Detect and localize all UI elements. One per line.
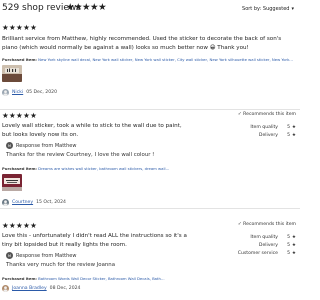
review-item: ★★★★★ ✓ Recommends this item Lovely wall… xyxy=(0,111,300,206)
seller-response-text: Thanks for the review Courtney, I love t… xyxy=(6,152,155,158)
avatar xyxy=(2,285,9,292)
divider xyxy=(0,109,300,110)
review-ratings: Item quality 5 ★ Delivery 5 ★ xyxy=(236,123,296,139)
purchased-label: Purchased item: xyxy=(2,166,37,171)
star-icon: ★ xyxy=(291,234,296,240)
review-date: 08 Dec, 2024 xyxy=(49,286,81,291)
review-byline: Nicki 05 Dec, 2020 xyxy=(2,89,57,96)
review-item: ★★★★★ ✓ Recommends this item Love this -… xyxy=(0,222,300,300)
review-text: Brilliant service from Matthew, highly r… xyxy=(2,36,282,51)
review-stars: ★★★★★ xyxy=(2,23,38,32)
reviews-header: 529 shop reviews ★★★★★ Sort by: Suggeste… xyxy=(2,2,298,19)
review-date: 05 Dec, 2020 xyxy=(26,90,57,95)
purchased-item-link[interactable]: Bathroom Words Wall Decor Sticker, Bathr… xyxy=(38,276,164,281)
rating-row: Item quality 5 ★ xyxy=(250,124,296,130)
review-text: Love this - unfortunately I didn't read … xyxy=(2,233,187,248)
chevron-down-icon: ▾ xyxy=(291,6,294,12)
seller-response-header: M Response from Matthew xyxy=(6,252,77,259)
avatar xyxy=(2,89,9,96)
seller-avatar-icon: M xyxy=(6,252,13,259)
seller-response-text: Thanks very much for the review Joanna xyxy=(6,262,116,268)
purchased-label: Purchased item: xyxy=(2,57,37,62)
review-ratings: Item quality 5 ★ Delivery 5 ★ Customer servi… xyxy=(236,233,296,257)
review-byline: Joanna Bradley 08 Dec, 2024 xyxy=(2,285,80,292)
seller-avatar-icon: M xyxy=(6,142,13,149)
shop-rating-stars: ★★★★★ xyxy=(66,2,107,13)
star-icon: ★ xyxy=(291,242,296,248)
review-stars: ★★★★★ xyxy=(2,111,38,120)
reviewer-name[interactable]: Joanna Bradley xyxy=(12,286,47,291)
review-date: 15 Oct, 2024 xyxy=(36,200,66,205)
recommends-badge: ✓ Recommends this item xyxy=(237,222,296,227)
seller-response-header: M Response from Matthew xyxy=(6,142,77,149)
star-icon: ★ xyxy=(291,124,296,130)
purchased-item-link[interactable]: New York skyline wall decal, New York wa… xyxy=(38,57,293,62)
reviewer-name[interactable]: Courtney xyxy=(12,200,33,205)
purchased-item: Purchased item: Dreams are wishes wall s… xyxy=(2,166,296,171)
review-item: ★★★★★ Brilliant service from Matthew, hi… xyxy=(0,24,300,104)
review-photo[interactable] xyxy=(2,174,22,191)
purchased-item: Purchased item: Bathroom Words Wall Deco… xyxy=(2,276,296,281)
rating-row: Delivery 5 ★ xyxy=(258,242,296,248)
review-photo[interactable] xyxy=(2,65,22,82)
purchased-item: Purchased item: New York skyline wall de… xyxy=(2,57,296,62)
sort-dropdown[interactable]: Sort by: Suggested ▾ xyxy=(242,6,294,12)
purchased-label: Purchased item: xyxy=(2,276,37,281)
rating-row: Customer service 5 ★ xyxy=(237,250,296,256)
purchased-item-link[interactable]: Dreams are wishes wall sticker, bathroom… xyxy=(38,166,169,171)
rating-row: Delivery 5 ★ xyxy=(258,132,296,138)
divider xyxy=(0,208,300,209)
rating-row: Item quality 5 ★ xyxy=(250,234,296,240)
reviewer-name[interactable]: Nicki xyxy=(12,90,23,95)
review-text: Lovely wall sticker, took a while to sti… xyxy=(2,123,182,138)
sort-label: Sort by: Suggested xyxy=(242,6,290,12)
review-stars: ★★★★★ xyxy=(2,221,38,230)
star-icon: ★ xyxy=(291,250,296,256)
review-byline: Courtney 15 Oct, 2024 xyxy=(2,199,66,206)
star-icon: ★ xyxy=(291,132,296,138)
avatar xyxy=(2,199,9,206)
recommends-badge: ✓ Recommends this item xyxy=(237,112,296,117)
